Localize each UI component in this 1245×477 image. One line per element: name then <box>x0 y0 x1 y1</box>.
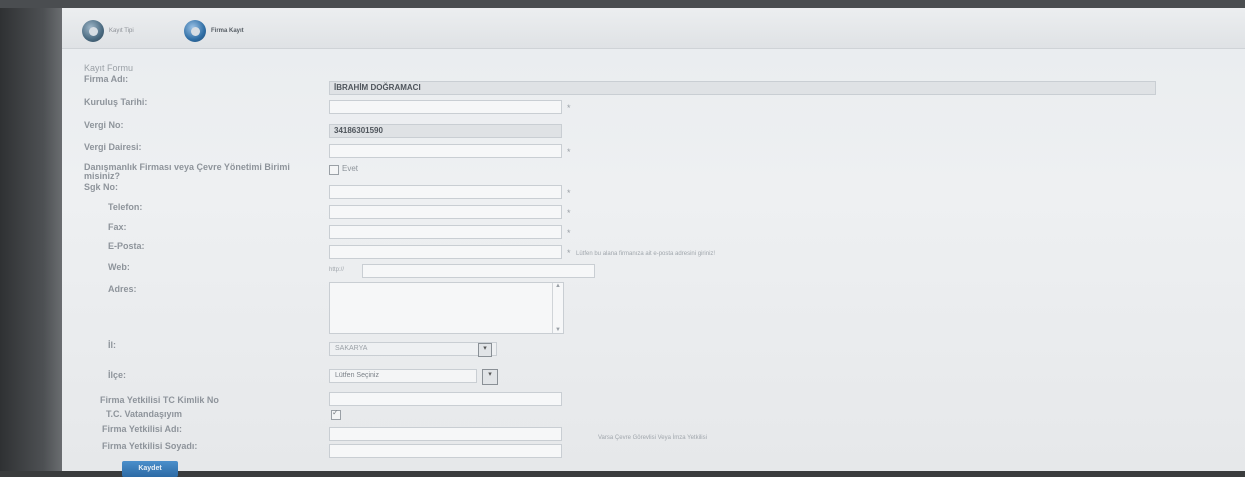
required-mark: * <box>567 208 571 218</box>
yetkili-hint: Varsa Çevre Görevlisi Veya İmza Yetkilis… <box>598 435 707 441</box>
yetkili-soyadi-label: Firma Yetkilisi Soyadı: <box>102 441 198 451</box>
yetkili-adi-label: Firma Yetkilisi Adı: <box>102 424 183 434</box>
top-bar <box>0 0 1245 8</box>
ilce-label: İlçe: <box>108 370 127 380</box>
il-label: İl: <box>108 340 116 350</box>
step-label: Kayıt Tipi <box>109 28 134 34</box>
chevron-down-icon[interactable]: ▾ <box>482 369 498 385</box>
required-mark: * <box>567 188 571 198</box>
il-selected-value: SAKARYA <box>335 345 368 352</box>
step-wizard: Kayıt Tipi Firma Kayıt <box>62 8 1245 49</box>
required-mark: * <box>567 103 571 113</box>
il-select[interactable]: SAKARYA ▾ <box>329 342 497 357</box>
vergi-no-label: Vergi No: <box>84 120 124 130</box>
telefon-label: Telefon: <box>108 202 143 212</box>
textarea-scrollbar[interactable]: ▲ ▼ <box>552 283 563 333</box>
kurulus-tarihi-label: Kuruluş Tarihi: <box>84 97 148 107</box>
adres-label: Adres: <box>108 284 137 294</box>
tc-vatandas-checkbox[interactable] <box>331 408 341 420</box>
eposta-label: E-Posta: <box>108 241 145 251</box>
registration-page: Kayıt Tipi Firma Kayıt Kayıt Formu Firma… <box>62 8 1245 477</box>
step-2-icon <box>184 20 206 42</box>
form-title: Kayıt Formu <box>84 63 134 73</box>
firma-adi-input[interactable]: İBRAHİM DOĞRAMACI <box>329 81 1156 95</box>
vergi-no-input[interactable]: 34186301590 <box>329 124 562 138</box>
step-1-icon <box>82 20 104 42</box>
yetkili-adi-input[interactable] <box>329 427 562 441</box>
required-mark: * <box>567 228 571 238</box>
sgk-no-label: Sgk No: <box>84 182 119 192</box>
tc-vatandas-label: T.C. Vatandaşıyım <box>106 409 183 419</box>
danismanlik-label: Danışmanlık Firması veya Çevre Yönetimi … <box>84 162 290 181</box>
fax-input[interactable] <box>329 225 562 239</box>
vergi-dairesi-input[interactable] <box>329 144 562 158</box>
ilce-selected-value: Lütfen Seçiniz <box>335 372 379 379</box>
fax-label: Fax: <box>108 222 127 232</box>
web-input[interactable] <box>362 264 595 278</box>
adres-textarea[interactable]: ▲ ▼ <box>329 282 564 334</box>
danismanlik-checkbox-label: Evet <box>342 164 359 173</box>
yetkili-soyadi-input[interactable] <box>329 444 562 458</box>
eposta-input[interactable] <box>329 245 562 259</box>
ilce-select[interactable]: Lütfen Seçiniz ▾ <box>329 369 498 385</box>
vergi-dairesi-label: Vergi Dairesi: <box>84 142 142 152</box>
step-kayit-tipi[interactable]: Kayıt Tipi <box>82 20 134 42</box>
submit-button[interactable]: Kaydet <box>122 461 178 477</box>
step-label: Firma Kayıt <box>211 28 244 34</box>
yetkili-tc-input[interactable] <box>329 392 562 406</box>
telefon-input[interactable] <box>329 205 562 219</box>
chevron-down-icon[interactable]: ▾ <box>478 343 492 357</box>
danismanlik-checkbox[interactable] <box>329 165 339 175</box>
eposta-hint: Lütfen bu alana firmanıza ait e-posta ad… <box>576 251 716 257</box>
sgk-no-input[interactable] <box>329 185 562 199</box>
yetkili-tc-label: Firma Yetkilisi TC Kimlik No <box>100 395 219 405</box>
web-prefix: http:// <box>329 267 345 273</box>
required-mark: * <box>567 147 571 157</box>
kurulus-tarihi-input[interactable] <box>329 100 562 114</box>
step-firma-kayit[interactable]: Firma Kayıt <box>184 20 244 42</box>
firma-adi-label: Firma Adı: <box>84 74 129 84</box>
web-label: Web: <box>108 262 130 272</box>
screen-bezel <box>0 8 62 471</box>
required-mark: * <box>567 248 571 258</box>
